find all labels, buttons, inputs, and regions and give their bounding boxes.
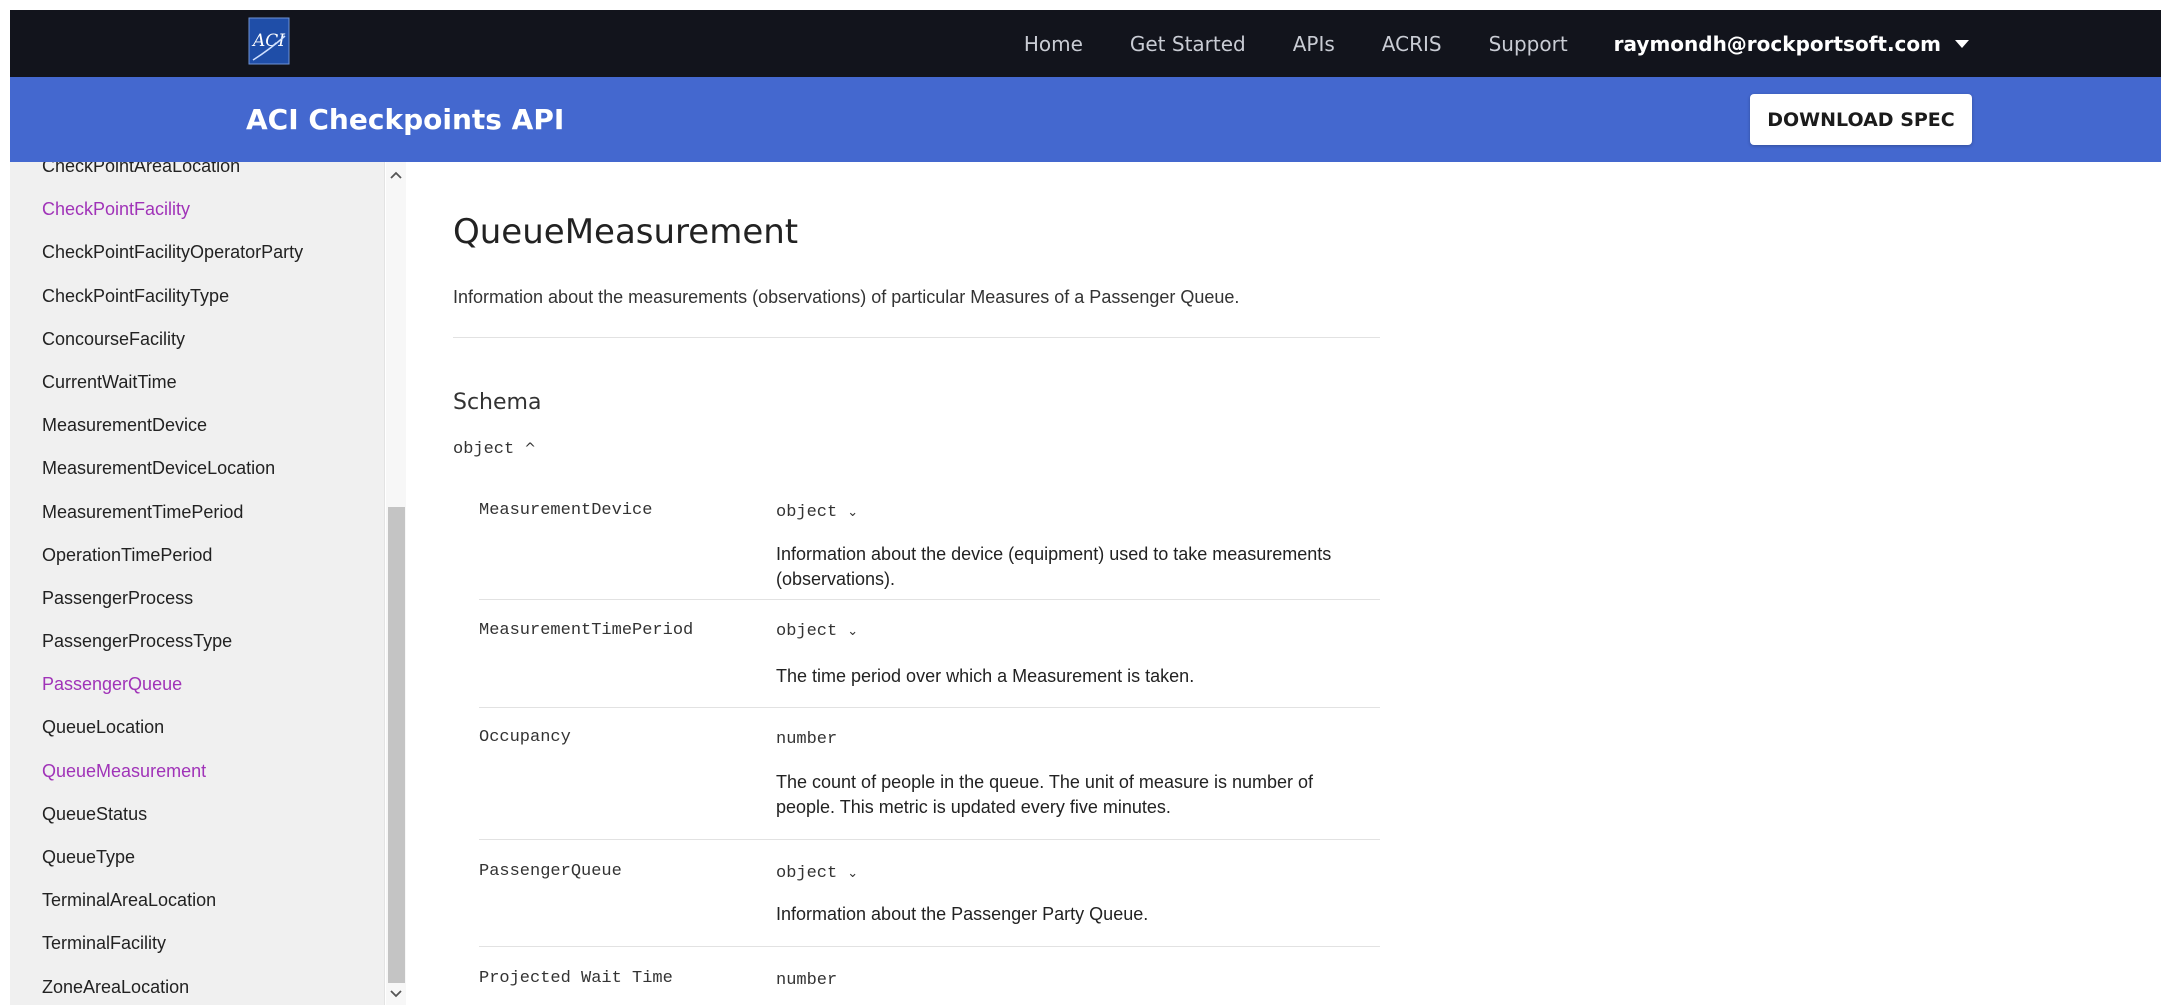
sidebar-item[interactable]: MeasurementTimePeriod: [42, 491, 303, 534]
sidebar-item[interactable]: ZoneAreaLocation: [42, 966, 303, 1005]
sidebar-item[interactable]: QueueType: [42, 836, 303, 879]
sidebar-scrollbar[interactable]: [386, 162, 406, 1005]
property-type: object: [776, 503, 838, 522]
user-menu[interactable]: raymondh@rockportsoft.com: [1614, 32, 1969, 56]
chevron-down-icon: ⌄: [847, 866, 859, 881]
schema-property-row: Projected Wait Time number: [479, 947, 1380, 1005]
sidebar-item[interactable]: CurrentWaitTime: [42, 361, 303, 404]
divider: [453, 337, 1380, 338]
nav-home[interactable]: Home: [1024, 32, 1083, 56]
property-name: PassengerQueue: [479, 862, 622, 881]
property-type: number: [776, 971, 838, 990]
page-description: Information about the measurements (obse…: [453, 287, 1240, 307]
sidebar-item[interactable]: MeasurementDevice: [42, 404, 303, 447]
property-type-toggle[interactable]: object ⌄: [776, 503, 858, 522]
property-type-toggle[interactable]: object ⌄: [776, 622, 858, 641]
property-description: The count of people in the queue. The un…: [776, 772, 1314, 817]
sidebar-item[interactable]: TerminalAreaLocation: [42, 879, 303, 922]
sidebar-item[interactable]: CheckPointFacilityType: [42, 275, 303, 318]
sidebar-item[interactable]: MeasurementDeviceLocation: [42, 447, 303, 490]
schema-property-row: Occupancy number The count of people in …: [479, 708, 1380, 840]
app-frame: ACI Home Get Started APIs ACRIS Support …: [10, 10, 2161, 1005]
nav-get-started[interactable]: Get Started: [1130, 32, 1246, 56]
property-description: Information about the Passenger Party Qu…: [776, 904, 1149, 924]
sidebar-item[interactable]: QueueLocation: [42, 706, 303, 749]
property-name: Occupancy: [479, 728, 571, 747]
schema-heading: Schema: [453, 390, 542, 415]
page-title: QueueMeasurement: [453, 212, 799, 252]
property-name: Projected Wait Time: [479, 969, 673, 988]
property-name: MeasurementDevice: [479, 501, 653, 520]
property-type: object: [776, 864, 838, 883]
sidebar-item[interactable]: PassengerProcess: [42, 577, 303, 620]
sidebar-item[interactable]: CheckPointAreaLocation: [42, 162, 303, 188]
top-navbar: ACI Home Get Started APIs ACRIS Support …: [10, 10, 2161, 77]
scroll-up-icon[interactable]: [386, 166, 406, 184]
property-type-toggle[interactable]: object ⌄: [776, 864, 858, 883]
property-description: The time period over which a Measurement…: [776, 666, 1195, 686]
scrollbar-thumb[interactable]: [388, 507, 405, 983]
sidebar-list: CheckPointAreaLocation CheckPointFacility…: [42, 162, 303, 1005]
property-type: object: [776, 622, 838, 641]
nav-links: Home Get Started APIs ACRIS Support raym…: [1024, 10, 2161, 77]
nav-support[interactable]: Support: [1489, 32, 1568, 56]
sidebar-item[interactable]: QueueMeasurement: [42, 750, 303, 793]
aci-logo[interactable]: ACI: [247, 16, 291, 66]
schema-property-row: MeasurementDevice object ⌄ Information ab…: [479, 487, 1380, 600]
sidebar-item[interactable]: PassengerQueue: [42, 663, 303, 706]
api-header: ACI Checkpoints API DOWNLOAD SPEC: [10, 77, 2161, 162]
schema-property-row: PassengerQueue object ⌄ Information about…: [479, 840, 1380, 947]
property-description: Information about the device (equipment)…: [776, 544, 1332, 589]
schema-type-label: object: [453, 440, 515, 459]
chevron-down-icon: ⌄: [847, 505, 859, 520]
sidebar-item[interactable]: TerminalFacility: [42, 922, 303, 965]
property-name: MeasurementTimePeriod: [479, 621, 694, 640]
sidebar-item[interactable]: ConcourseFacility: [42, 318, 303, 361]
chevron-up-icon: ^: [524, 441, 536, 457]
chevron-down-icon: ⌄: [847, 624, 859, 639]
sidebar: CheckPointAreaLocation CheckPointFacility…: [10, 162, 385, 1005]
nav-acris[interactable]: ACRIS: [1382, 32, 1442, 56]
sidebar-item[interactable]: CheckPointFacilityOperatorParty: [42, 231, 303, 274]
caret-down-icon: [1955, 39, 1969, 48]
sidebar-item[interactable]: PassengerProcessType: [42, 620, 303, 663]
schema-property-row: MeasurementTimePeriod object ⌄ The time p…: [479, 600, 1380, 708]
api-title: ACI Checkpoints API: [246, 103, 565, 136]
scroll-down-icon[interactable]: [386, 985, 406, 1003]
sidebar-item[interactable]: CheckPointFacility: [42, 188, 303, 231]
user-email: raymondh@rockportsoft.com: [1613, 31, 1941, 56]
sidebar-item[interactable]: QueueStatus: [42, 793, 303, 836]
property-type: number: [776, 730, 838, 749]
schema-type-toggle[interactable]: object ^: [453, 440, 536, 459]
nav-apis[interactable]: APIs: [1293, 32, 1335, 56]
download-spec-button[interactable]: DOWNLOAD SPEC: [1750, 94, 1972, 145]
sidebar-item[interactable]: OperationTimePeriod: [42, 534, 303, 577]
